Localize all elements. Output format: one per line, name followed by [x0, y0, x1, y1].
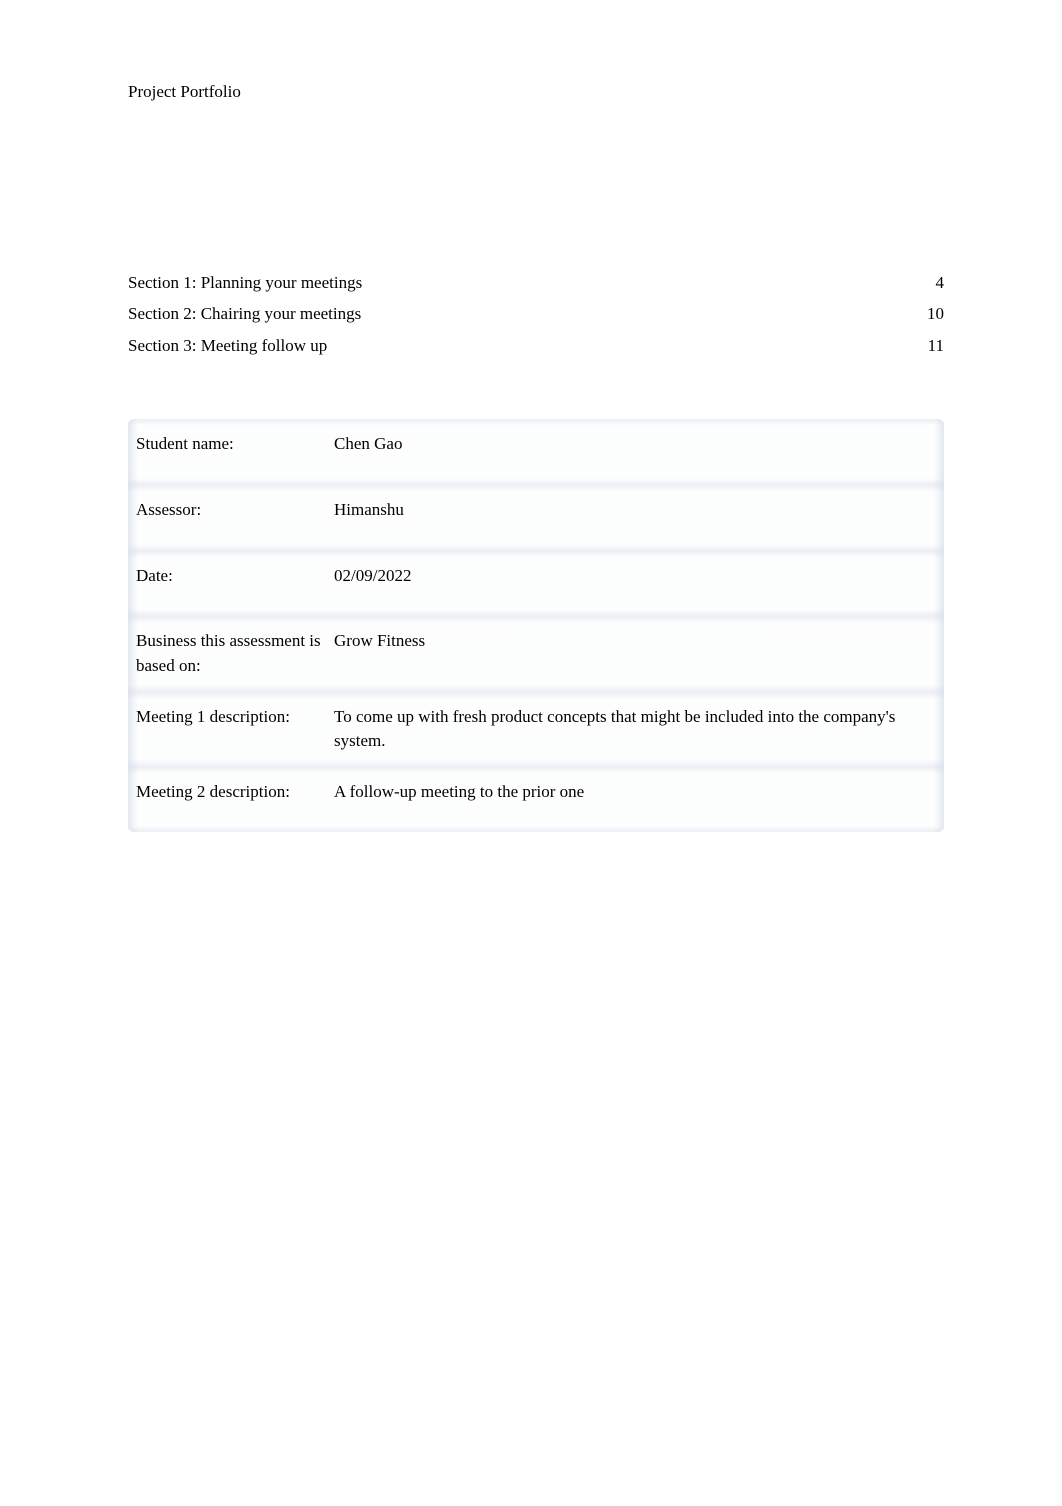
toc-row: Section 3: Meeting follow up 11: [128, 330, 944, 361]
info-label-assessor: Assessor:: [128, 485, 328, 551]
table-of-contents: Section 1: Planning your meetings 4 Sect…: [128, 267, 944, 361]
toc-row: Section 1: Planning your meetings 4: [128, 267, 944, 298]
toc-item-page: 10: [914, 298, 944, 329]
page-header: Project Portfolio: [128, 82, 944, 102]
table-row: Meeting 1 description: To come up with f…: [128, 692, 944, 767]
table-row: Student name: Chen Gao: [128, 419, 944, 485]
toc-item-title: Section 1: Planning your meetings: [128, 267, 914, 298]
info-table-container: Student name: Chen Gao Assessor: Himansh…: [128, 419, 944, 832]
table-row: Assessor: Himanshu: [128, 485, 944, 551]
info-label-meeting2: Meeting 2 description:: [128, 767, 328, 833]
info-value-student-name: Chen Gao: [328, 419, 944, 485]
info-label-meeting1: Meeting 1 description:: [128, 692, 328, 767]
page-title: Project Portfolio: [128, 82, 241, 101]
toc-item-page: 4: [914, 267, 944, 298]
toc-row: Section 2: Chairing your meetings 10: [128, 298, 944, 329]
info-value-assessor: Himanshu: [328, 485, 944, 551]
toc-item-page: 11: [914, 330, 944, 361]
info-value-meeting2: A follow-up meeting to the prior one: [328, 767, 944, 833]
toc-item-title: Section 3: Meeting follow up: [128, 330, 914, 361]
info-value-meeting1: To come up with fresh product concepts t…: [328, 692, 944, 767]
info-value-business: Grow Fitness: [328, 616, 944, 691]
toc-item-title: Section 2: Chairing your meetings: [128, 298, 914, 329]
info-label-student-name: Student name:: [128, 419, 328, 485]
table-row: Meeting 2 description: A follow-up meeti…: [128, 767, 944, 833]
table-row: Date: 02/09/2022: [128, 551, 944, 617]
table-row: Business this assessment is based on: Gr…: [128, 616, 944, 691]
info-value-date: 02/09/2022: [328, 551, 944, 617]
info-label-date: Date:: [128, 551, 328, 617]
info-label-business: Business this assessment is based on:: [128, 616, 328, 691]
info-table: Student name: Chen Gao Assessor: Himansh…: [128, 419, 944, 832]
